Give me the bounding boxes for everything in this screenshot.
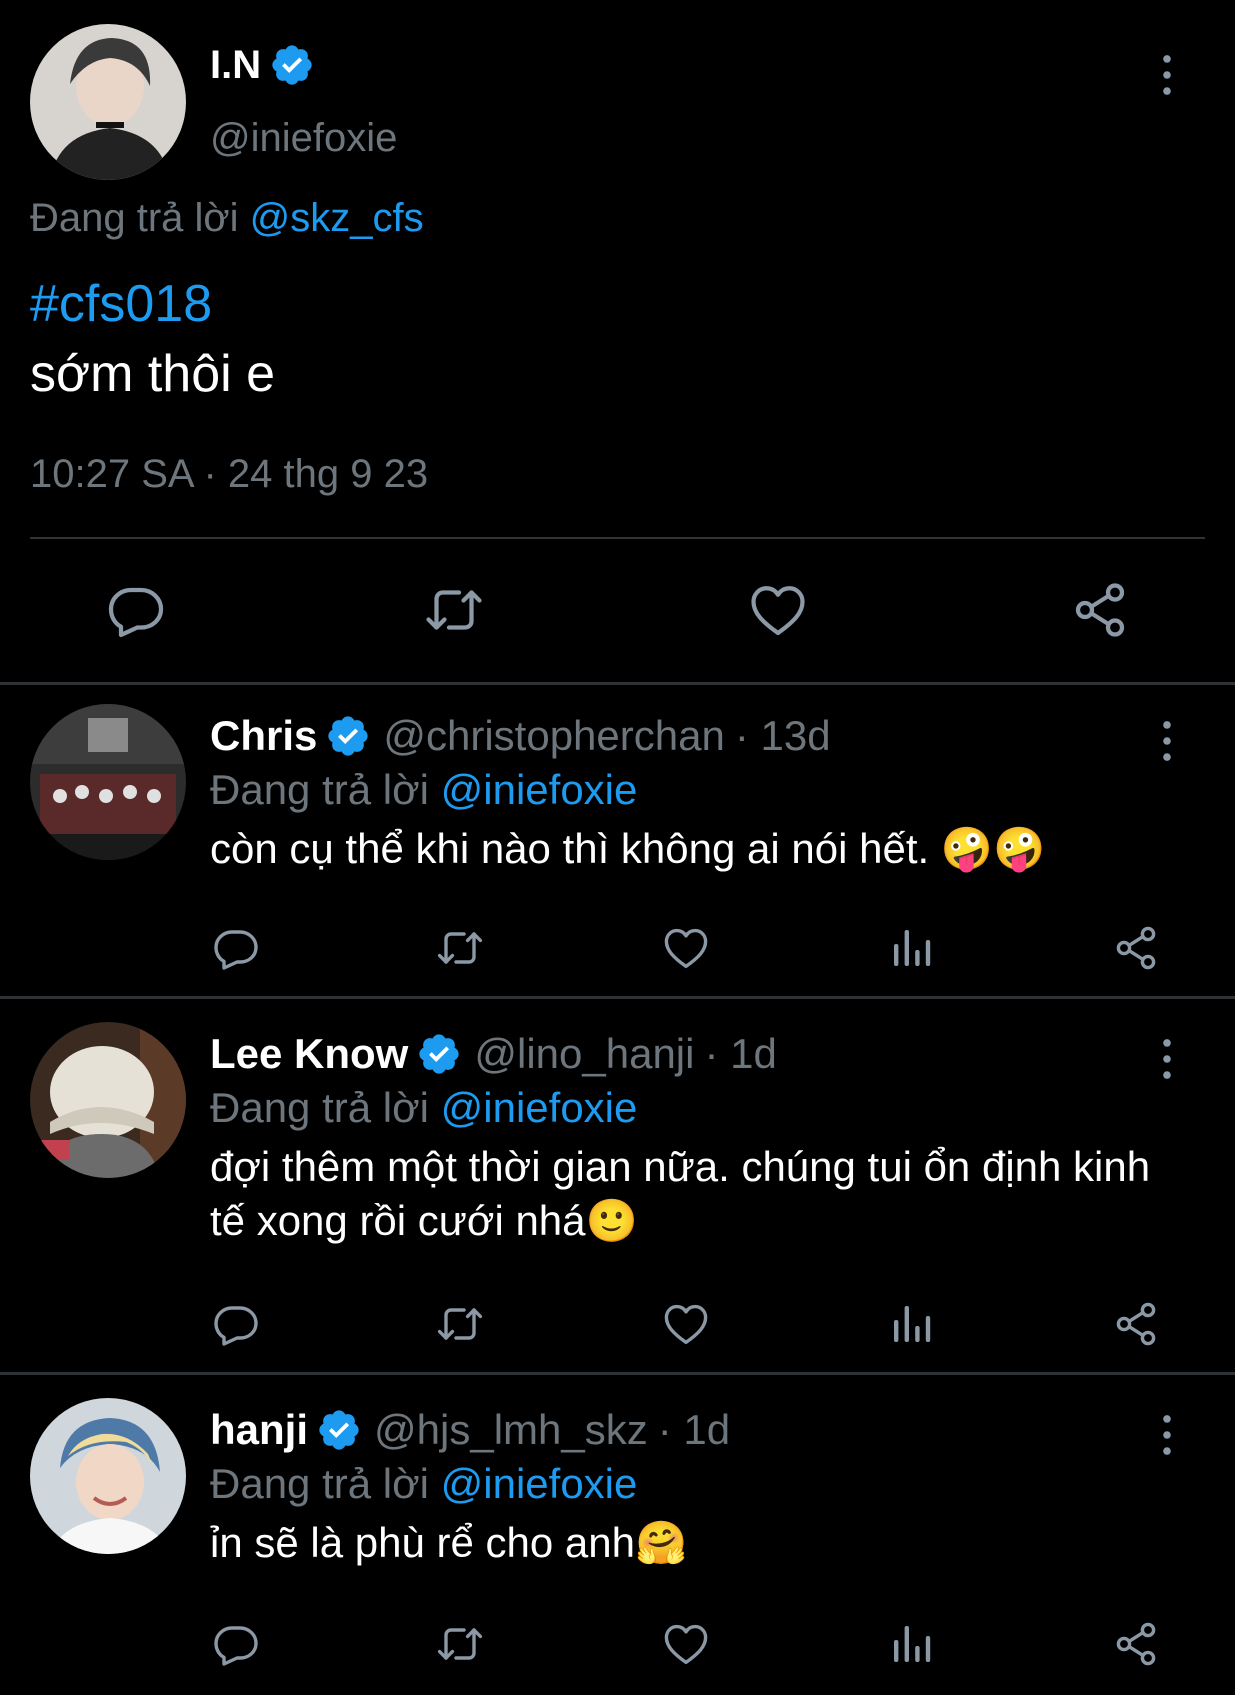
avatar[interactable] <box>30 704 186 860</box>
author-name[interactable]: I.N <box>210 43 261 88</box>
tweet-text: sớm thôi e <box>30 345 276 403</box>
reply-age[interactable]: · 1d <box>704 1030 776 1078</box>
action-bar <box>0 924 1235 974</box>
retweet-icon[interactable] <box>436 1300 484 1348</box>
verified-badge-icon <box>416 1031 462 1077</box>
reply-age[interactable]: · 13d <box>735 712 831 760</box>
views-icon[interactable] <box>888 1620 936 1668</box>
retweet-icon[interactable] <box>424 580 484 640</box>
replying-to-handle[interactable]: @iniefoxie <box>441 766 638 813</box>
verified-badge-icon <box>316 1407 362 1453</box>
action-bar <box>0 580 1235 640</box>
hashtag[interactable]: #cfs018 <box>30 274 212 334</box>
divider <box>0 996 1235 999</box>
verified-badge-icon <box>325 713 371 759</box>
author-name[interactable]: Chris <box>210 712 317 760</box>
verified-badge-icon <box>269 42 315 88</box>
author-name[interactable]: hanji <box>210 1406 308 1454</box>
author-handle[interactable]: @christopherchan <box>383 712 724 760</box>
views-icon[interactable] <box>888 1300 936 1348</box>
main-tweet[interactable]: I.N @iniefoxie Đang trả lời @skz_cfs #cf… <box>0 0 1235 683</box>
replying-prefix: Đang trả lời <box>210 766 429 813</box>
replying-to-handle[interactable]: @iniefoxie <box>441 1084 638 1131</box>
reply-age[interactable]: · 1d <box>658 1406 730 1454</box>
replying-to-handle[interactable]: @skz_cfs <box>250 196 424 240</box>
replying-prefix: Đang trả lời <box>210 1460 429 1507</box>
tweet-text: ỉn sẽ là phù rể cho anh🤗 <box>210 1519 688 1566</box>
replying-prefix: Đang trả lời <box>210 1084 429 1131</box>
avatar[interactable] <box>30 1398 186 1554</box>
divider <box>0 1372 1235 1375</box>
reply-tweet[interactable]: Lee Know @lino_hanji · 1d Đang trả lời @… <box>0 1004 1235 1370</box>
action-bar <box>0 1620 1235 1670</box>
share-icon[interactable] <box>1112 924 1160 972</box>
retweet-icon[interactable] <box>436 924 484 972</box>
timestamp[interactable]: 10:27 SA · 24 thg 9 23 <box>30 452 428 497</box>
author-handle[interactable]: @iniefoxie <box>210 116 397 161</box>
more-options-icon[interactable] <box>1150 1036 1184 1082</box>
like-icon[interactable] <box>662 1300 710 1348</box>
replying-prefix: Đang trả lời <box>30 196 239 240</box>
reply-tweet[interactable]: Chris @christopherchan · 13d Đang trả lờ… <box>0 686 1235 994</box>
avatar[interactable] <box>30 24 186 180</box>
reply-icon[interactable] <box>106 580 166 640</box>
share-icon[interactable] <box>1112 1620 1160 1668</box>
author-name[interactable]: Lee Know <box>210 1030 408 1078</box>
more-options-icon[interactable] <box>1150 1412 1184 1458</box>
more-options-icon[interactable] <box>1150 718 1184 764</box>
more-options-icon[interactable] <box>1150 52 1184 98</box>
author-handle[interactable]: @lino_hanji <box>474 1030 694 1078</box>
reply-icon[interactable] <box>212 1300 260 1348</box>
divider <box>0 682 1235 685</box>
reply-icon[interactable] <box>212 924 260 972</box>
tweet-text: đợi thêm một thời gian nữa. chúng tui ổn… <box>210 1143 1151 1244</box>
replying-to: Đang trả lời @iniefoxie <box>210 766 637 814</box>
like-icon[interactable] <box>748 580 808 640</box>
tweet-text: còn cụ thể khi nào thì không ai nói hết.… <box>210 825 1046 872</box>
divider <box>30 537 1205 539</box>
retweet-icon[interactable] <box>436 1620 484 1668</box>
share-icon[interactable] <box>1112 1300 1160 1348</box>
action-bar <box>0 1300 1235 1350</box>
replying-to: Đang trả lời @iniefoxie <box>210 1084 637 1132</box>
reply-tweet[interactable]: hanji @hjs_lmh_skz · 1d Đang trả lời @in… <box>0 1380 1235 1695</box>
reply-icon[interactable] <box>212 1620 260 1668</box>
replying-to: Đang trả lời @skz_cfs <box>30 196 424 241</box>
avatar[interactable] <box>30 1022 186 1178</box>
author-handle[interactable]: @hjs_lmh_skz <box>374 1406 648 1454</box>
like-icon[interactable] <box>662 1620 710 1668</box>
like-icon[interactable] <box>662 924 710 972</box>
replying-to-handle[interactable]: @iniefoxie <box>441 1460 638 1507</box>
share-icon[interactable] <box>1070 580 1130 640</box>
replying-to: Đang trả lời @iniefoxie <box>210 1460 637 1508</box>
views-icon[interactable] <box>888 924 936 972</box>
